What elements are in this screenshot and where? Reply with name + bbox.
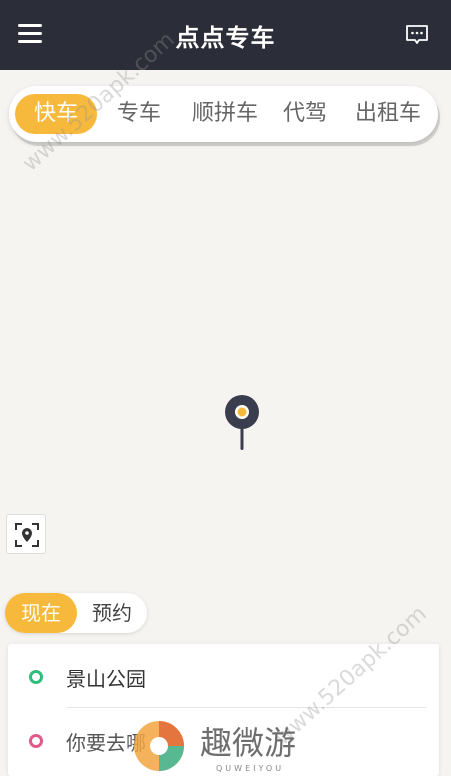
pickup-dot-icon [29,670,43,684]
app-title: 点点专车 [175,24,276,52]
top-bar: 点点专车 [0,0,451,70]
message-icon[interactable] [405,24,429,50]
svg-text:趣微游: 趣微游 [200,724,296,762]
location-pin-icon [224,394,260,452]
quweiyou-logo: 趣微游 QUWEIYOU [132,718,322,774]
pickup-location: 景山公园 [66,667,146,691]
tab-chuzuche[interactable]: 出租车 [343,94,433,134]
divider [66,707,426,708]
svg-text:QUWEIYOU: QUWEIYOU [216,764,284,773]
tab-daijia[interactable]: 代驾 [273,94,337,134]
tab-shunpinche[interactable]: 顺拼车 [179,94,271,134]
now-option[interactable]: 现在 [5,593,77,633]
time-toggle: 现在 预约 [5,593,147,633]
locate-icon [15,523,39,547]
destination-dot-icon [29,734,43,748]
locate-button[interactable] [6,514,46,554]
reserve-option[interactable]: 预约 [77,593,147,633]
